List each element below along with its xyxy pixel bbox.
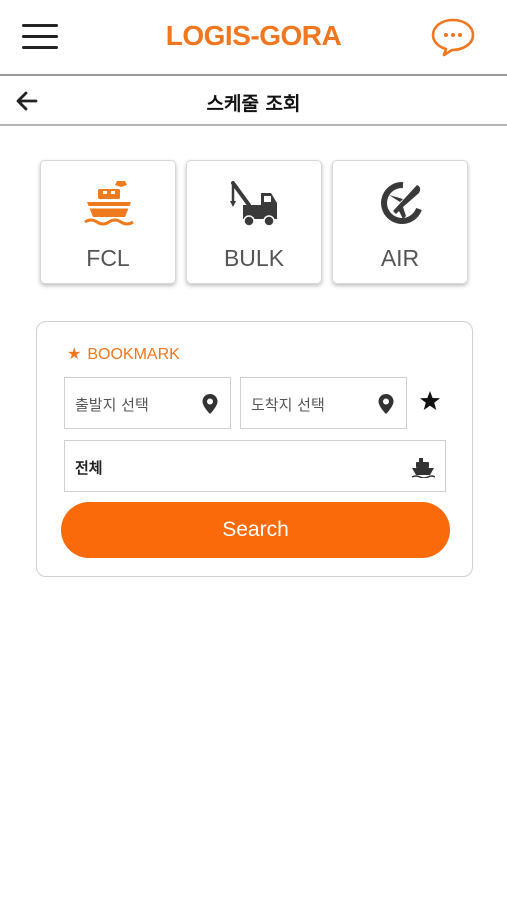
location-pin-icon: [202, 394, 218, 414]
search-button[interactable]: Search: [61, 502, 450, 558]
schedule-search-panel: ★ BOOKMARK 출발지 선택 도착지 선택 전체 Search: [36, 321, 473, 577]
destination-select-field[interactable]: 도착지 선택: [240, 377, 407, 429]
destination-placeholder: 도착지 선택: [251, 396, 325, 414]
origin-select-field[interactable]: 출발지 선택: [64, 377, 231, 429]
bookmark-label: BOOKMARK: [87, 346, 180, 363]
page-subheader: 스케줄 조회: [0, 76, 507, 126]
bookmark-star-icon[interactable]: [419, 390, 441, 412]
mode-air-button[interactable]: AIR: [332, 160, 468, 284]
page-title: 스케줄 조회: [206, 93, 301, 115]
container-ship-icon: [84, 181, 134, 226]
origin-placeholder: 출발지 선택: [75, 396, 149, 414]
mode-fcl-button[interactable]: FCL: [40, 160, 176, 284]
mode-bulk-button[interactable]: BULK: [186, 160, 322, 284]
chat-bubble-icon[interactable]: [430, 16, 476, 58]
airplane-icon: [381, 181, 422, 224]
ship-icon: [411, 458, 435, 478]
mode-bulk-label: BULK: [223, 245, 285, 271]
crane-truck-icon: [230, 181, 277, 227]
mode-air-label: AIR: [380, 245, 420, 271]
transport-mode-selector: FCL BULK AIR: [40, 160, 470, 286]
star-icon: ★: [67, 346, 82, 363]
location-pin-icon: [378, 394, 394, 414]
cargo-type-value: 전체: [75, 459, 103, 477]
cargo-type-select[interactable]: 전체: [64, 440, 446, 492]
app-header: LOGIS-GORA: [0, 0, 507, 76]
mode-fcl-label: FCL: [86, 245, 130, 271]
bookmark-heading[interactable]: ★ BOOKMARK: [67, 344, 180, 364]
